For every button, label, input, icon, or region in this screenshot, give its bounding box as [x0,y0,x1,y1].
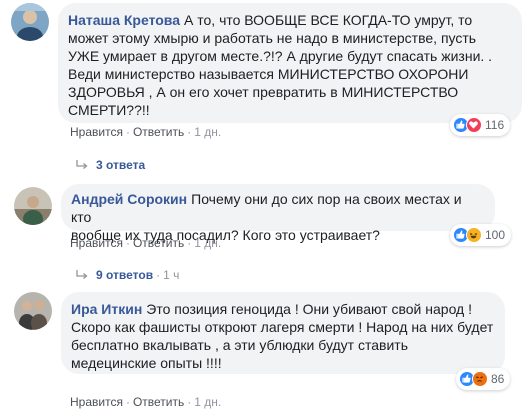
angry-icon [472,371,488,387]
comment-actions: Нравится · Ответить · 1 дн. [70,395,222,409]
reply-arrow-icon [76,160,88,169]
reply-link[interactable]: Ответить [133,125,184,139]
view-replies[interactable]: 9 ответов · 1 ч [76,268,179,282]
reaction-count: 86 [491,372,505,386]
replies-time: 1 ч [163,268,180,282]
reply-arrow-icon [76,270,88,279]
comment-author[interactable]: Наташа Кретова [68,12,180,28]
haha-icon [466,227,482,243]
comment-time[interactable]: 1 дн. [194,395,221,409]
comment-bubble: Ира Иткин Это позиция геноцида ! Они убив… [61,292,505,374]
comment-author[interactable]: Ира Иткин [71,301,142,317]
view-replies[interactable]: 3 ответа [76,158,145,172]
avatar[interactable] [14,187,52,225]
replies-count[interactable]: 9 ответов [96,268,153,282]
comment-author[interactable]: Андрей Сорокин [71,191,187,207]
reactions-badge[interactable]: 100 [450,224,512,246]
avatar-photo-icon [11,3,49,41]
reply-link[interactable]: Ответить [133,236,184,250]
love-icon [466,117,482,133]
reply-link[interactable]: Ответить [133,395,184,409]
reaction-count: 116 [485,118,505,132]
reactions-badge[interactable]: 116 [450,114,511,136]
reaction-count: 100 [485,228,506,242]
avatar-photo-icon [14,187,52,225]
like-link[interactable]: Нравится [70,395,123,409]
replies-count[interactable]: 3 ответа [96,158,145,172]
like-link[interactable]: Нравится [70,125,123,139]
comment-time[interactable]: 1 дн. [194,125,221,139]
like-link[interactable]: Нравится [70,236,123,250]
comment-bubble: Наташа Кретова А то, что ВООБЩЕ ВСЕ КОГДА… [58,3,522,123]
comment-actions: Нравится · Ответить · 1 дн. [70,236,222,250]
comment-bubble: Андрей Сорокин Почему они до сих пор на с… [61,184,495,243]
reactions-badge[interactable]: 86 [456,368,511,390]
comment-time[interactable]: 1 дн. [194,236,221,250]
comment-actions: Нравится · Ответить · 1 дн. [70,125,222,139]
avatar[interactable] [14,292,52,330]
avatar[interactable] [11,3,49,41]
avatar-photo-icon [14,292,52,330]
